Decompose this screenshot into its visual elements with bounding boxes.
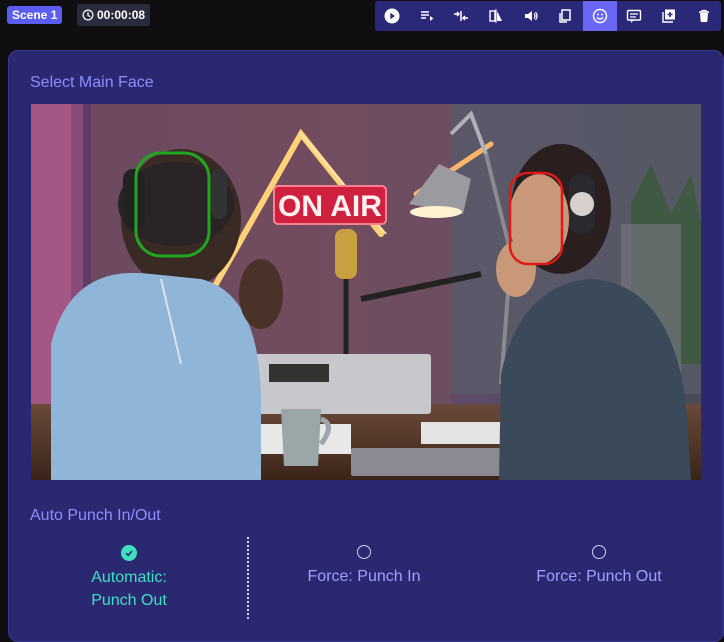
radio-icon: [592, 545, 606, 559]
select-face-title: Select Main Face: [30, 74, 154, 91]
play-button[interactable]: [375, 1, 410, 31]
face-icon: [592, 8, 608, 24]
option-force-punch-out-label: Force: Punch Out: [536, 568, 662, 585]
merge-icon: [454, 11, 469, 21]
add-button[interactable]: [652, 1, 687, 31]
playlist-icon: [420, 11, 434, 21]
scene-frame: ON AIR: [31, 104, 701, 480]
face-button[interactable]: [582, 1, 618, 31]
timer-value: 00:00:08: [97, 8, 146, 22]
caption-button[interactable]: [617, 1, 652, 31]
scene-badge[interactable]: Scene 1: [7, 6, 63, 24]
copy-icon: [559, 9, 572, 23]
option-automatic-line1: Automatic:: [91, 569, 167, 586]
on-air-sign-text: ON AIR: [278, 190, 382, 223]
option-force-punch-out[interactable]: Force: Punch Out: [519, 545, 679, 588]
playlist-button[interactable]: [410, 1, 445, 31]
play-icon: [384, 8, 400, 24]
punch-options: Automatic: Punch Out Force: Punch In For…: [9, 531, 723, 641]
flip-icon: [489, 9, 503, 23]
option-force-punch-in-label: Force: Punch In: [307, 568, 421, 585]
merge-button[interactable]: [444, 1, 479, 31]
caption-icon: [627, 9, 642, 23]
clock-icon: [82, 9, 94, 21]
option-automatic-punch-out[interactable]: Automatic: Punch Out: [69, 545, 189, 612]
add-icon: [662, 9, 676, 23]
toolbar: [375, 1, 721, 31]
volume-button[interactable]: [513, 1, 548, 31]
volume-icon: [524, 11, 538, 21]
flip-button[interactable]: [479, 1, 514, 31]
copy-button[interactable]: [548, 1, 583, 31]
main-panel: Select Main Face ON AIR Auto Punch In/Ou…: [8, 50, 724, 642]
checkmark-icon: [121, 545, 137, 561]
option-automatic-line2: Punch Out: [91, 592, 167, 609]
options-divider: [247, 537, 249, 619]
option-force-punch-in[interactable]: Force: Punch In: [289, 545, 439, 588]
delete-button[interactable]: [686, 1, 721, 31]
radio-icon: [357, 545, 371, 559]
trash-icon: [698, 9, 709, 22]
scene-timer: 00:00:08: [77, 4, 151, 26]
punch-title: Auto Punch In/Out: [30, 507, 161, 524]
